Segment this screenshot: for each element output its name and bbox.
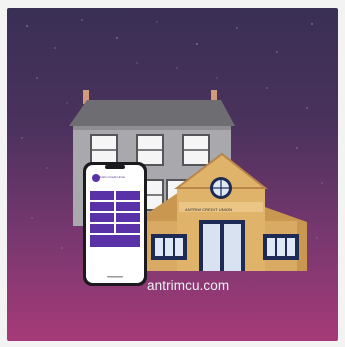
phone-mockup: [83, 162, 147, 286]
promo-image: Antrim Credit Union ANTRIM CREDIT UNION …: [7, 8, 338, 341]
building-sign-text: ANTRIM CREDIT UNION: [185, 207, 233, 212]
app-brand-text: Antrim Credit Union: [99, 175, 126, 179]
website-url-text: antrimcu.com: [147, 278, 230, 293]
